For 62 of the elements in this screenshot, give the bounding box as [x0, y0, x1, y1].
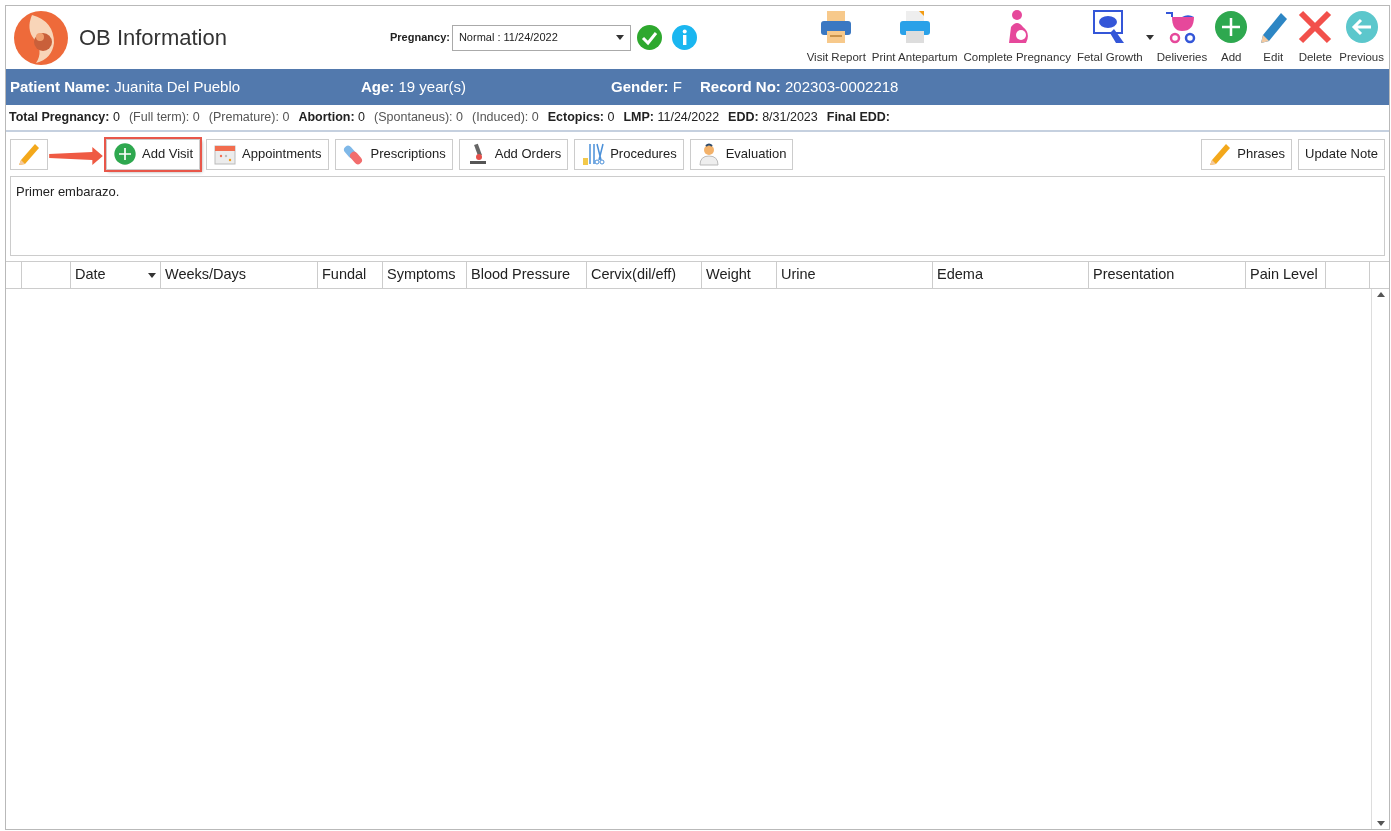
note-field[interactable]: Primer embarazo. [10, 176, 1385, 256]
stat-text: Total Pregnancy: 0 [9, 109, 120, 127]
action-button[interactable]: Appointments [206, 138, 329, 170]
stat-text: (Premature): 0 [208, 109, 290, 127]
calendar-icon [213, 142, 238, 166]
column-header[interactable]: Weeks/Days [161, 262, 318, 288]
toolbar-button[interactable]: Add [1210, 8, 1253, 67]
scroll-up-icon[interactable] [1376, 291, 1385, 297]
column-header[interactable]: Pain Level [1246, 262, 1326, 288]
stat-text: LMP: 11/24/2022 [623, 109, 720, 127]
column-header[interactable]: Blood Pressure [467, 262, 587, 288]
stat-text: (Induced): 0 [472, 109, 539, 127]
toolbar-button[interactable]: Print Antepartum [868, 8, 961, 67]
column-header[interactable]: Presentation [1089, 262, 1246, 288]
pencil-icon [1208, 142, 1233, 166]
toolbar-button[interactable]: Previous [1336, 8, 1387, 67]
action-button[interactable]: Phrases [1201, 138, 1292, 170]
column-header[interactable]: Cervix(dil/eff) [587, 262, 702, 288]
action-button[interactable]: Add Orders [458, 138, 569, 170]
patient-info: Record No: 202303-0002218 [700, 76, 899, 97]
column-header[interactable]: Fundal [318, 262, 383, 288]
column-header[interactable]: Date [71, 262, 161, 288]
checkmark-icon[interactable] [636, 25, 662, 50]
stat-text: Abortion: 0 [298, 109, 366, 127]
patient-info: Age: 19 year(s) [361, 76, 468, 97]
caret-icon [615, 35, 624, 40]
stat-text: Ectopics: 0 [547, 109, 615, 127]
action-button[interactable]: Evaluation [689, 138, 794, 170]
toolbar-button[interactable]: Delete [1294, 8, 1337, 67]
action-button[interactable]: Add Visit [106, 138, 201, 170]
column-header[interactable]: Symptoms [383, 262, 467, 288]
toolbar-button[interactable]: Fetal Growth [1073, 8, 1146, 67]
column-header[interactable]: Urine [777, 262, 933, 288]
scroll-down-icon[interactable] [1376, 821, 1385, 827]
logo-icon [14, 10, 68, 65]
pregnancy-dropdown[interactable]: Normal : 11/24/2022 [451, 24, 631, 51]
doctor-icon [696, 142, 721, 166]
add-icon [1213, 8, 1250, 45]
action-button[interactable]: Prescriptions [334, 138, 453, 170]
action-button[interactable]: Procedures [574, 138, 684, 170]
stat-text: EDD: 8/31/2023 [728, 109, 818, 127]
stat-text: (Full term): 0 [128, 109, 200, 127]
stat-text: (Spontaneus): 0 [374, 109, 463, 127]
column-header[interactable]: Edema [933, 262, 1089, 288]
surgical-tools-icon [581, 142, 606, 166]
toolbar-button[interactable]: Deliveries [1153, 8, 1211, 67]
annotation-arrow [48, 146, 104, 166]
dropdown-caret-icon[interactable] [1145, 35, 1154, 41]
toolbar-button[interactable]: Edit [1252, 8, 1295, 67]
toolbar-button[interactable]: Visit Report [803, 8, 869, 67]
patient-info: Patient Name: Juanita Del Pueblo [10, 76, 242, 97]
stat-text: Final EDD: [826, 109, 890, 127]
app-title: OB Information [79, 24, 228, 52]
patient-info: Gender: F [611, 76, 683, 97]
close-icon [1297, 8, 1334, 45]
dropdown-caret-icon[interactable] [148, 272, 156, 278]
action-button[interactable]: Update Note [1298, 138, 1385, 170]
field-label: Pregnancy: [390, 30, 450, 46]
toolbar-button[interactable]: Complete Pregnancy [960, 8, 1074, 67]
column-header[interactable]: Weight [702, 262, 777, 288]
add-icon [113, 142, 137, 166]
pencil-icon [17, 142, 41, 166]
